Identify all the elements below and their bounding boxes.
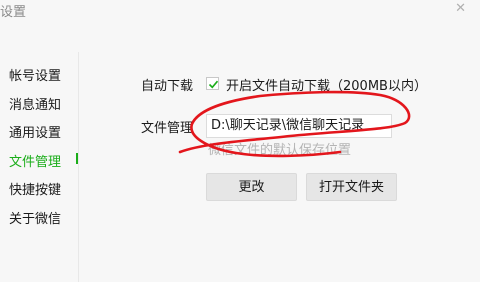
sidebar-item-shortcuts[interactable]: 快捷按键 [0, 177, 76, 206]
file-management-label: 文件管理 [141, 121, 194, 136]
settings-window: 设置 ✕ 帐号设置 消息通知 通用设置 文件管理 快捷按键 关于微信 自动下载 … [0, 0, 480, 282]
sidebar-divider [78, 52, 79, 282]
sidebar-item-general[interactable]: 通用设置 [0, 120, 76, 149]
sidebar-item-account[interactable]: 帐号设置 [0, 63, 76, 92]
checkmark-icon [208, 80, 219, 89]
sidebar-item-about[interactable]: 关于微信 [0, 206, 76, 235]
sidebar-item-file-management[interactable]: 文件管理 [0, 149, 76, 178]
settings-sidebar: 帐号设置 消息通知 通用设置 文件管理 快捷按键 关于微信 [0, 63, 76, 234]
sidebar-item-notifications[interactable]: 消息通知 [0, 92, 76, 121]
save-path-field: D:\聊天记录\微信聊天记录 [206, 114, 392, 138]
auto-download-checkbox[interactable] [206, 77, 219, 90]
close-icon[interactable]: ✕ [455, 1, 466, 16]
save-path-hint: 微信文件的默认保存位置 [208, 143, 352, 158]
window-title: 设置 [0, 5, 27, 20]
auto-download-option-text: 开启文件自动下载（200MB以内） [226, 79, 427, 94]
auto-download-label: 自动下载 [141, 79, 194, 94]
open-folder-button[interactable]: 打开文件夹 [306, 173, 397, 201]
change-button[interactable]: 更改 [206, 173, 297, 201]
